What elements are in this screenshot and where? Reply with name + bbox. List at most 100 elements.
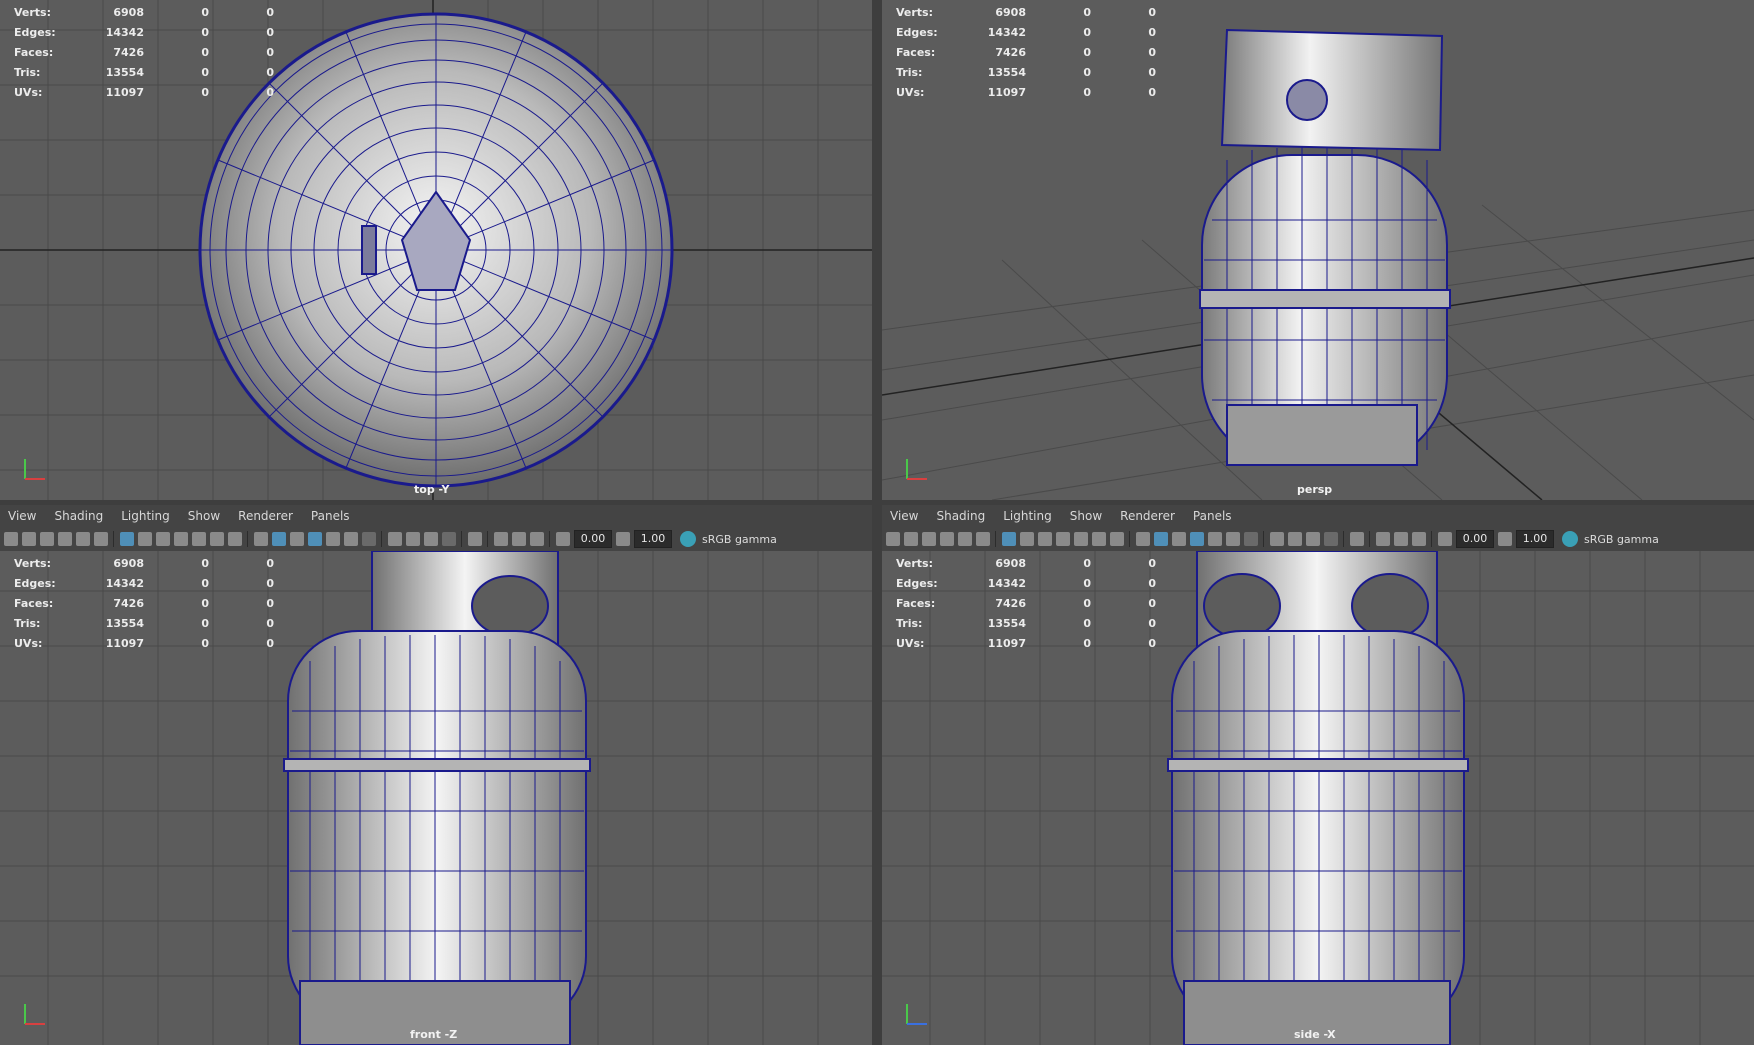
lighting-icon[interactable]	[326, 532, 340, 546]
ambient-occlusion-icon[interactable]	[362, 532, 376, 546]
camera-label: top -Y	[414, 483, 450, 496]
grease-pencil-icon[interactable]	[976, 532, 990, 546]
gamma-field[interactable]: 1.00	[634, 530, 672, 548]
lighting-icon[interactable]	[1208, 532, 1222, 546]
depth-of-field-icon[interactable]	[1306, 532, 1320, 546]
film-gate-icon[interactable]	[138, 532, 152, 546]
color-space-label[interactable]: sRGB gamma	[702, 533, 777, 546]
color-management-icon[interactable]	[680, 531, 696, 547]
field-chart-icon[interactable]	[192, 532, 206, 546]
gate-mask-icon[interactable]	[1056, 532, 1070, 546]
menu-renderer[interactable]: Renderer	[238, 509, 293, 523]
panel-toolbar-left: View Shading Lighting Show Renderer Pane…	[0, 505, 872, 551]
gamma-field[interactable]: 1.00	[1516, 530, 1554, 548]
menu-show[interactable]: Show	[1070, 509, 1102, 523]
toolbar-separator	[461, 531, 462, 547]
grid-icon[interactable]	[1002, 532, 1016, 546]
grid-icon[interactable]	[120, 532, 134, 546]
menu-view[interactable]: View	[8, 509, 36, 523]
toolbar-separator	[1129, 531, 1130, 547]
shadows-icon[interactable]	[344, 532, 358, 546]
image-plane-icon[interactable]	[58, 532, 72, 546]
xray-joints-icon[interactable]	[494, 532, 508, 546]
poly-count-hud: Verts: 6908 0 0 Edges: 14342 0 0 Faces: 7426 0 0 …	[14, 557, 274, 650]
twod-pan-icon[interactable]	[958, 532, 972, 546]
poly-count-hud: Verts: 6908 0 0 Edges: 14342 0 0 Faces: 7426 0 0 …	[896, 6, 1156, 99]
wireframe-icon[interactable]	[254, 532, 268, 546]
xray-components-icon[interactable]	[512, 532, 526, 546]
isolate-icon[interactable]	[442, 532, 456, 546]
safe-title-icon[interactable]	[228, 532, 242, 546]
menu-shading[interactable]: Shading	[54, 509, 103, 523]
camera-icon[interactable]	[4, 532, 18, 546]
anti-alias-icon[interactable]	[1288, 532, 1302, 546]
backface-culling-icon[interactable]	[1412, 532, 1426, 546]
film-gate-icon[interactable]	[1020, 532, 1034, 546]
toolbar-separator	[381, 531, 382, 547]
image-plane-icon[interactable]	[940, 532, 954, 546]
textured-icon[interactable]	[1190, 532, 1204, 546]
color-management-icon[interactable]	[1562, 531, 1578, 547]
toolbar-separator	[1343, 531, 1344, 547]
camera-attributes-icon[interactable]	[22, 532, 36, 546]
toolbar-separator	[247, 531, 248, 547]
exposure-icon[interactable]	[556, 532, 570, 546]
panel-icon-toolbar: 0.00 1.00 sRGB gamma	[0, 528, 872, 550]
camera-attributes-icon[interactable]	[904, 532, 918, 546]
toolbar-separator	[487, 531, 488, 547]
wireframe-on-shaded-icon[interactable]	[1172, 532, 1186, 546]
motion-blur-icon[interactable]	[1270, 532, 1284, 546]
textured-icon[interactable]	[308, 532, 322, 546]
exposure-field[interactable]: 0.00	[574, 530, 612, 548]
poly-count-hud: Verts: 6908 0 0 Edges: 14342 0 0 Faces: 7426 0 0 …	[896, 557, 1156, 650]
menu-show[interactable]: Show	[188, 509, 220, 523]
menu-lighting[interactable]: Lighting	[121, 509, 170, 523]
wireframe-on-shaded-icon[interactable]	[290, 532, 304, 546]
xray-icon[interactable]	[1350, 532, 1364, 546]
motion-blur-icon[interactable]	[388, 532, 402, 546]
poly-count-hud: Verts: 6908 0 0 Edges: 14342 0 0 Faces: 7426 0 0 …	[14, 6, 274, 99]
smooth-shade-icon[interactable]	[1154, 532, 1168, 546]
grease-pencil-icon[interactable]	[94, 532, 108, 546]
field-chart-icon[interactable]	[1074, 532, 1088, 546]
gate-mask-icon[interactable]	[174, 532, 188, 546]
resolution-gate-icon[interactable]	[1038, 532, 1052, 546]
exposure-icon[interactable]	[1438, 532, 1452, 546]
viewport-splitter-vertical[interactable]	[872, 0, 882, 1045]
menu-shading[interactable]: Shading	[936, 509, 985, 523]
gamma-icon[interactable]	[616, 532, 630, 546]
menu-renderer[interactable]: Renderer	[1120, 509, 1175, 523]
gamma-icon[interactable]	[1498, 532, 1512, 546]
menu-panels[interactable]: Panels	[1193, 509, 1232, 523]
backface-culling-icon[interactable]	[530, 532, 544, 546]
resolution-gate-icon[interactable]	[156, 532, 170, 546]
exposure-field[interactable]: 0.00	[1456, 530, 1494, 548]
twod-pan-icon[interactable]	[76, 532, 90, 546]
toolbar-separator	[1263, 531, 1264, 547]
bookmark-icon[interactable]	[922, 532, 936, 546]
smooth-shade-icon[interactable]	[272, 532, 286, 546]
safe-action-icon[interactable]	[210, 532, 224, 546]
viewport-top[interactable]: Verts: 6908 0 0 Edges: 14342 0 0 Faces: 7426 0 0 …	[0, 0, 872, 500]
viewport-persp[interactable]: Verts: 6908 0 0 Edges: 14342 0 0 Faces: 7426 0 0 …	[882, 0, 1754, 500]
xray-components-icon[interactable]	[1394, 532, 1408, 546]
safe-title-icon[interactable]	[1110, 532, 1124, 546]
xray-joints-icon[interactable]	[1376, 532, 1390, 546]
viewport-front[interactable]: Verts: 6908 0 0 Edges: 14342 0 0 Faces: 7426 0 0 …	[0, 551, 872, 1045]
menu-panels[interactable]: Panels	[311, 509, 350, 523]
xray-icon[interactable]	[468, 532, 482, 546]
shadows-icon[interactable]	[1226, 532, 1240, 546]
ambient-occlusion-icon[interactable]	[1244, 532, 1258, 546]
bookmark-icon[interactable]	[40, 532, 54, 546]
isolate-icon[interactable]	[1324, 532, 1338, 546]
menu-lighting[interactable]: Lighting	[1003, 509, 1052, 523]
viewport-side[interactable]: Verts: 6908 0 0 Edges: 14342 0 0 Faces: 7426 0 0 …	[882, 551, 1754, 1045]
safe-action-icon[interactable]	[1092, 532, 1106, 546]
depth-of-field-icon[interactable]	[424, 532, 438, 546]
anti-alias-icon[interactable]	[406, 532, 420, 546]
menu-view[interactable]: View	[890, 509, 918, 523]
camera-icon[interactable]	[886, 532, 900, 546]
color-space-label[interactable]: sRGB gamma	[1584, 533, 1659, 546]
wireframe-icon[interactable]	[1136, 532, 1150, 546]
toolbar-separator	[1369, 531, 1370, 547]
